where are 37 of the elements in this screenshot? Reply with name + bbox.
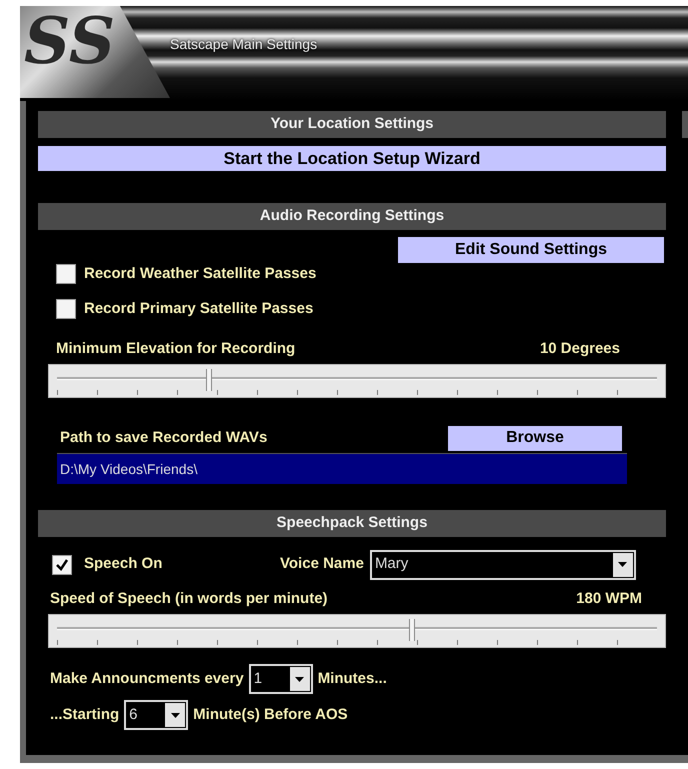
window-title: Satscape Main Settings (170, 35, 318, 54)
checkbox-label: Record Weather Satellite Passes (84, 264, 316, 284)
slider-reading: 180 WPM (576, 588, 642, 608)
caret-icon (295, 676, 304, 682)
slider[interactable] (48, 614, 666, 648)
field-label: Make Announcments every (50, 668, 244, 689)
slider-thumb[interactable] (206, 368, 212, 390)
dropdown[interactable]: Mary (370, 550, 636, 580)
section-header: Audio Recording Settings (38, 203, 666, 230)
checkbox-label: Speech On (84, 554, 164, 574)
button[interactable]: Start the Location Setup Wizard (38, 146, 666, 171)
section-header: Your Location Settings (38, 111, 666, 138)
slider-label: Minimum Elevation for Recording (56, 339, 296, 359)
button[interactable]: Edit Sound Settings (398, 237, 664, 263)
field-label: ...Starting (50, 704, 120, 725)
path-field[interactable]: D:\My Videos\Friends\ (57, 452, 627, 484)
field-label: Path to save Recorded WAVs (60, 428, 268, 448)
checkbox[interactable] (56, 298, 76, 319)
slider[interactable] (48, 364, 666, 398)
logo: SS (24, 10, 116, 74)
dropdown[interactable]: 6 (124, 700, 188, 730)
dropdown[interactable]: 1 (248, 664, 313, 694)
section-header: Speechpack Settings (38, 510, 666, 536)
field-label: Minutes... (318, 668, 387, 689)
checkbox[interactable] (56, 264, 76, 284)
caret-icon (618, 562, 628, 567)
check-icon (55, 558, 69, 572)
button[interactable]: Browse (448, 426, 622, 450)
caret-icon (170, 712, 180, 718)
checkbox-label: Record Primary Satellite Passes (84, 298, 314, 318)
slider-thumb[interactable] (409, 619, 416, 641)
slider-reading: 10 Degrees (540, 339, 620, 359)
slider-label: Speed of Speech (in words per minute) (50, 588, 328, 608)
panel-edge (682, 111, 688, 138)
field-label: Minute(s) Before AOS (193, 704, 348, 725)
checkbox[interactable] (52, 554, 72, 574)
field-label: Voice Name (280, 554, 364, 574)
